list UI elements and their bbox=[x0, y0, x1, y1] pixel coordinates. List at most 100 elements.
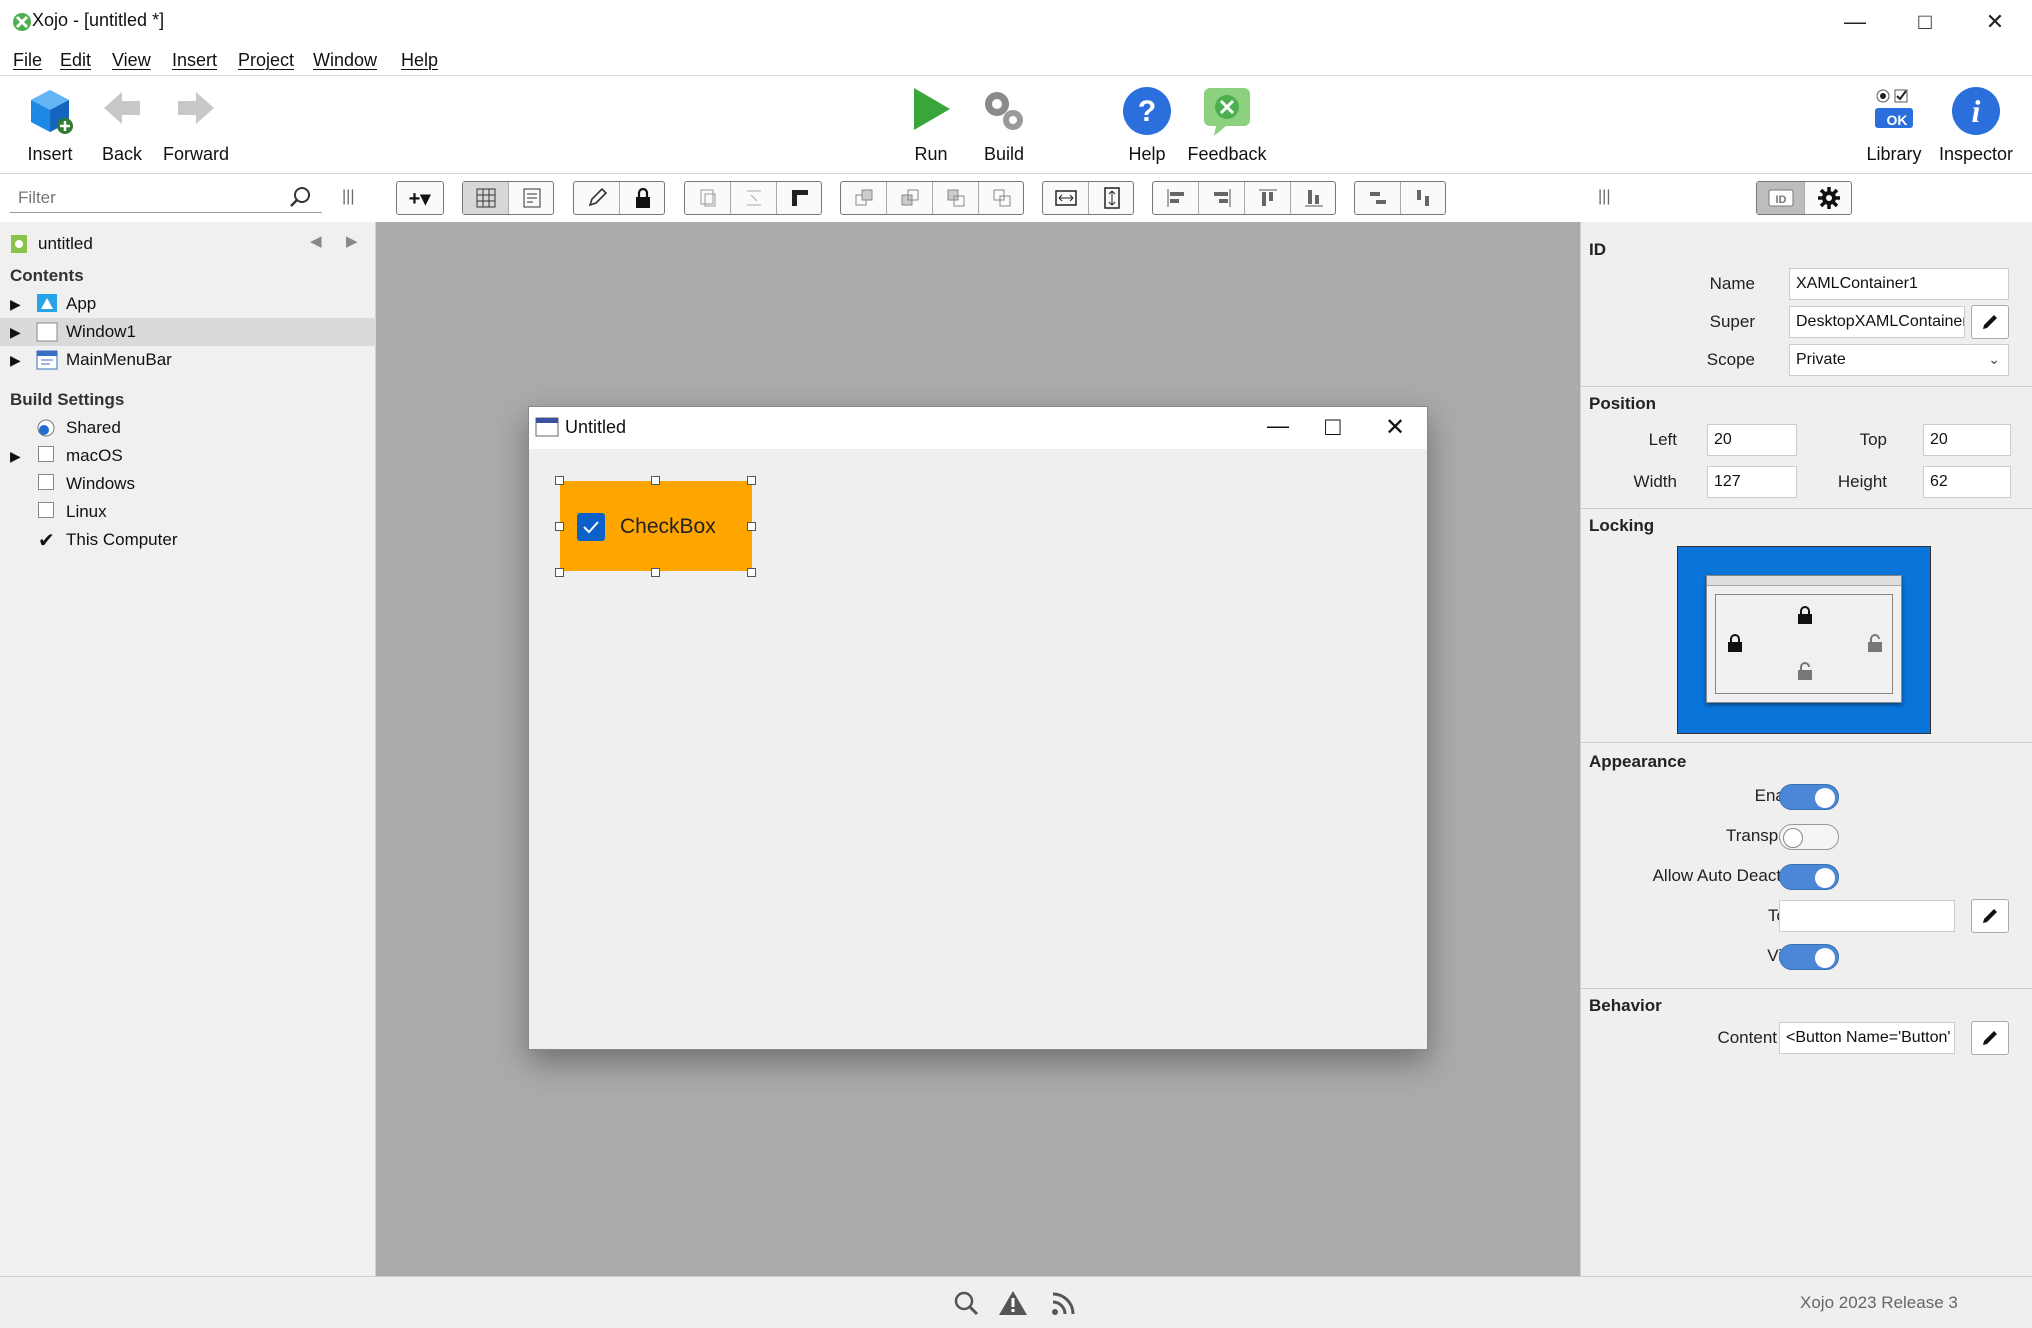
resize-handle[interactable] bbox=[555, 568, 564, 577]
resize-handle[interactable] bbox=[651, 568, 660, 577]
disclosure-triangle-icon[interactable]: ▶ bbox=[10, 352, 21, 369]
transparent-toggle[interactable] bbox=[1779, 824, 1839, 850]
menu-edit[interactable]: Edit bbox=[60, 50, 91, 71]
locking-section-header: Locking bbox=[1589, 516, 1655, 535]
resize-handle[interactable] bbox=[747, 476, 756, 485]
gear-icon[interactable] bbox=[1805, 182, 1852, 214]
resize-handle[interactable] bbox=[555, 522, 564, 531]
edit-lock-group bbox=[573, 181, 665, 215]
resize-handle[interactable] bbox=[555, 476, 564, 485]
unlock-right-icon[interactable] bbox=[1867, 634, 1883, 657]
disclosure-triangle-icon[interactable]: ▶ bbox=[10, 324, 21, 341]
visible-toggle[interactable] bbox=[1779, 944, 1839, 970]
disclosure-triangle-icon[interactable]: ▶ bbox=[10, 448, 21, 465]
enabled-toggle[interactable] bbox=[1779, 784, 1839, 810]
ruler-icon[interactable] bbox=[777, 182, 822, 214]
space-horizontal-icon[interactable] bbox=[1355, 182, 1401, 214]
filter-input[interactable] bbox=[10, 183, 290, 213]
search-icon[interactable] bbox=[288, 185, 312, 214]
designer-window[interactable]: Untitled — □ ✕ CheckBox bbox=[528, 406, 1428, 1050]
unlock-bottom-icon[interactable] bbox=[1797, 662, 1813, 685]
content-field[interactable]: <Button Name='Button' bbox=[1779, 1022, 1955, 1054]
macos-checkbox[interactable] bbox=[38, 446, 54, 462]
menu-help[interactable]: Help bbox=[401, 50, 438, 71]
checkmark-icon[interactable]: ✔ bbox=[38, 528, 55, 553]
bring-front-icon[interactable] bbox=[841, 182, 887, 214]
height-field[interactable]: 62 bbox=[1923, 466, 2011, 498]
checkbox-control[interactable]: CheckBox bbox=[560, 481, 752, 571]
align-bottom-icon[interactable] bbox=[1291, 182, 1336, 214]
warning-icon[interactable] bbox=[998, 1289, 1028, 1322]
super-label: Super bbox=[1709, 312, 1755, 331]
menu-file[interactable]: File bbox=[13, 50, 42, 71]
nav-item-app[interactable]: ▶ App bbox=[0, 290, 376, 318]
windows-checkbox[interactable] bbox=[38, 474, 54, 490]
add-control-button[interactable]: +▾ bbox=[396, 181, 444, 215]
left-field[interactable]: 20 bbox=[1707, 424, 1797, 456]
linux-checkbox[interactable] bbox=[38, 502, 54, 518]
build-item-windows[interactable]: Windows bbox=[0, 470, 376, 498]
align-right-icon[interactable] bbox=[1199, 182, 1245, 214]
top-field[interactable]: 20 bbox=[1923, 424, 2011, 456]
build-item-macos[interactable]: ▶ macOS bbox=[0, 442, 376, 470]
right-splitter-handle[interactable]: ||| bbox=[1598, 188, 1610, 206]
feedback-button[interactable]: Feedback bbox=[1179, 76, 1275, 174]
tooltip-edit-button[interactable] bbox=[1971, 899, 2009, 933]
inspector-button[interactable]: i Inspector bbox=[1926, 76, 2026, 174]
nav-forward-icon[interactable]: ▶ bbox=[346, 232, 358, 250]
build-button[interactable]: Build bbox=[956, 76, 1052, 174]
lock-left-icon[interactable] bbox=[1727, 634, 1743, 657]
scope-select[interactable]: Private ⌄ bbox=[1789, 344, 2009, 376]
tooltip-field[interactable] bbox=[1779, 900, 1955, 932]
same-width-icon[interactable] bbox=[1043, 182, 1089, 214]
menu-insert[interactable]: Insert bbox=[172, 50, 217, 71]
space-vertical-icon[interactable] bbox=[1401, 182, 1446, 214]
menu-window[interactable]: Window bbox=[313, 50, 377, 71]
menu-view[interactable]: View bbox=[112, 50, 151, 71]
build-item-label: macOS bbox=[66, 446, 123, 465]
minimize-button[interactable]: — bbox=[1820, 0, 1890, 44]
nav-item-mainmenubar[interactable]: ▶ MainMenuBar bbox=[0, 346, 376, 374]
search-icon[interactable] bbox=[952, 1289, 980, 1322]
status-bar: Xojo 2023 Release 3 bbox=[0, 1276, 2032, 1328]
build-item-linux[interactable]: Linux bbox=[0, 498, 376, 526]
menu-project[interactable]: Project bbox=[238, 50, 294, 71]
disclosure-triangle-icon[interactable]: ▶ bbox=[10, 296, 21, 313]
lock-top-icon[interactable] bbox=[1797, 606, 1813, 629]
resize-handle[interactable] bbox=[651, 476, 660, 485]
id-card-icon[interactable]: ID bbox=[1757, 182, 1805, 214]
tab-order-icon[interactable] bbox=[509, 182, 554, 214]
align-top-icon[interactable] bbox=[1245, 182, 1291, 214]
send-backward-icon[interactable] bbox=[933, 182, 979, 214]
super-edit-button[interactable] bbox=[1971, 305, 2009, 339]
bring-forward-icon[interactable] bbox=[887, 182, 933, 214]
auto-deactivate-toggle[interactable] bbox=[1779, 864, 1839, 890]
checkbox-check-icon[interactable] bbox=[577, 513, 605, 541]
locking-widget[interactable] bbox=[1677, 546, 1931, 734]
close-button[interactable]: ✕ bbox=[1960, 0, 2030, 44]
super-field[interactable]: DesktopXAMLContainer bbox=[1789, 306, 1965, 338]
layer-icon[interactable] bbox=[685, 182, 731, 214]
lock-icon[interactable] bbox=[620, 182, 665, 214]
nav-item-window1[interactable]: ▶ Window1 bbox=[0, 318, 376, 346]
resize-handle[interactable] bbox=[747, 568, 756, 577]
distribute-icon[interactable] bbox=[731, 182, 777, 214]
nav-back-icon[interactable]: ◀ bbox=[310, 232, 322, 250]
left-splitter-handle[interactable]: ||| bbox=[342, 188, 354, 206]
build-item-this-computer[interactable]: ✔ This Computer bbox=[0, 526, 376, 554]
pencil-icon[interactable] bbox=[574, 182, 620, 214]
content-edit-button[interactable] bbox=[1971, 1021, 2009, 1055]
width-field[interactable]: 127 bbox=[1707, 466, 1797, 498]
rss-feed-icon[interactable] bbox=[1050, 1289, 1078, 1322]
grid-icon[interactable] bbox=[463, 182, 509, 214]
svg-text:i: i bbox=[1972, 93, 1981, 129]
maximize-button[interactable]: □ bbox=[1890, 0, 1960, 44]
resize-handle[interactable] bbox=[747, 522, 756, 531]
forward-button[interactable]: Forward bbox=[148, 76, 244, 174]
send-back-icon[interactable] bbox=[979, 182, 1024, 214]
align-left-icon[interactable] bbox=[1153, 182, 1199, 214]
build-item-shared[interactable]: Shared bbox=[0, 414, 376, 442]
name-field[interactable]: XAMLContainer1 bbox=[1789, 268, 2009, 300]
same-height-icon[interactable] bbox=[1089, 182, 1134, 214]
project-name[interactable]: untitled bbox=[38, 234, 93, 254]
